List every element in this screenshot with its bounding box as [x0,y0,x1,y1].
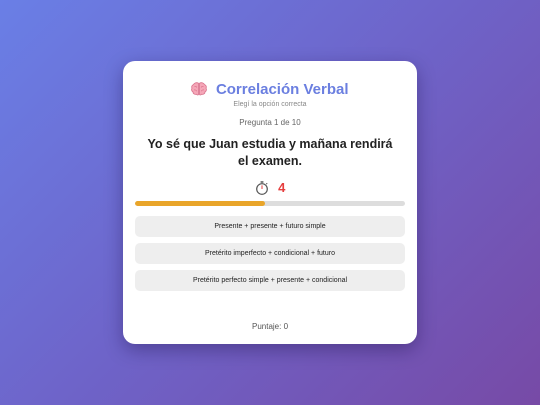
question-text: Yo sé que Juan estudia y mañana rendirá … [147,137,393,168]
timer-progress-bar [135,201,405,206]
timer: 4 [135,180,405,196]
answer-options: Presente + presente + futuro simple Pret… [135,216,405,291]
score-label: Puntaje: 0 [251,322,289,331]
app-title: Correlación Verbal [215,81,349,98]
answer-option-1[interactable]: Presente + presente + futuro simple [135,216,405,237]
answer-option-2[interactable]: Pretérito imperfecto + condicional + fut… [135,243,405,264]
timer-progress-fill [135,201,265,206]
quiz-card: Correlación Verbal Elegí la opción corre… [123,61,417,344]
answer-option-3[interactable]: Pretérito perfecto simple + presente + c… [135,270,405,291]
app-subtitle: Elegí la opción correcta [233,101,307,108]
question-counter: Pregunta 1 de 10 [239,118,301,127]
timer-value: 4 [278,180,286,195]
stopwatch-icon [255,181,269,195]
quiz-header: Correlación Verbal [135,80,405,100]
brain-icon [191,82,208,96]
